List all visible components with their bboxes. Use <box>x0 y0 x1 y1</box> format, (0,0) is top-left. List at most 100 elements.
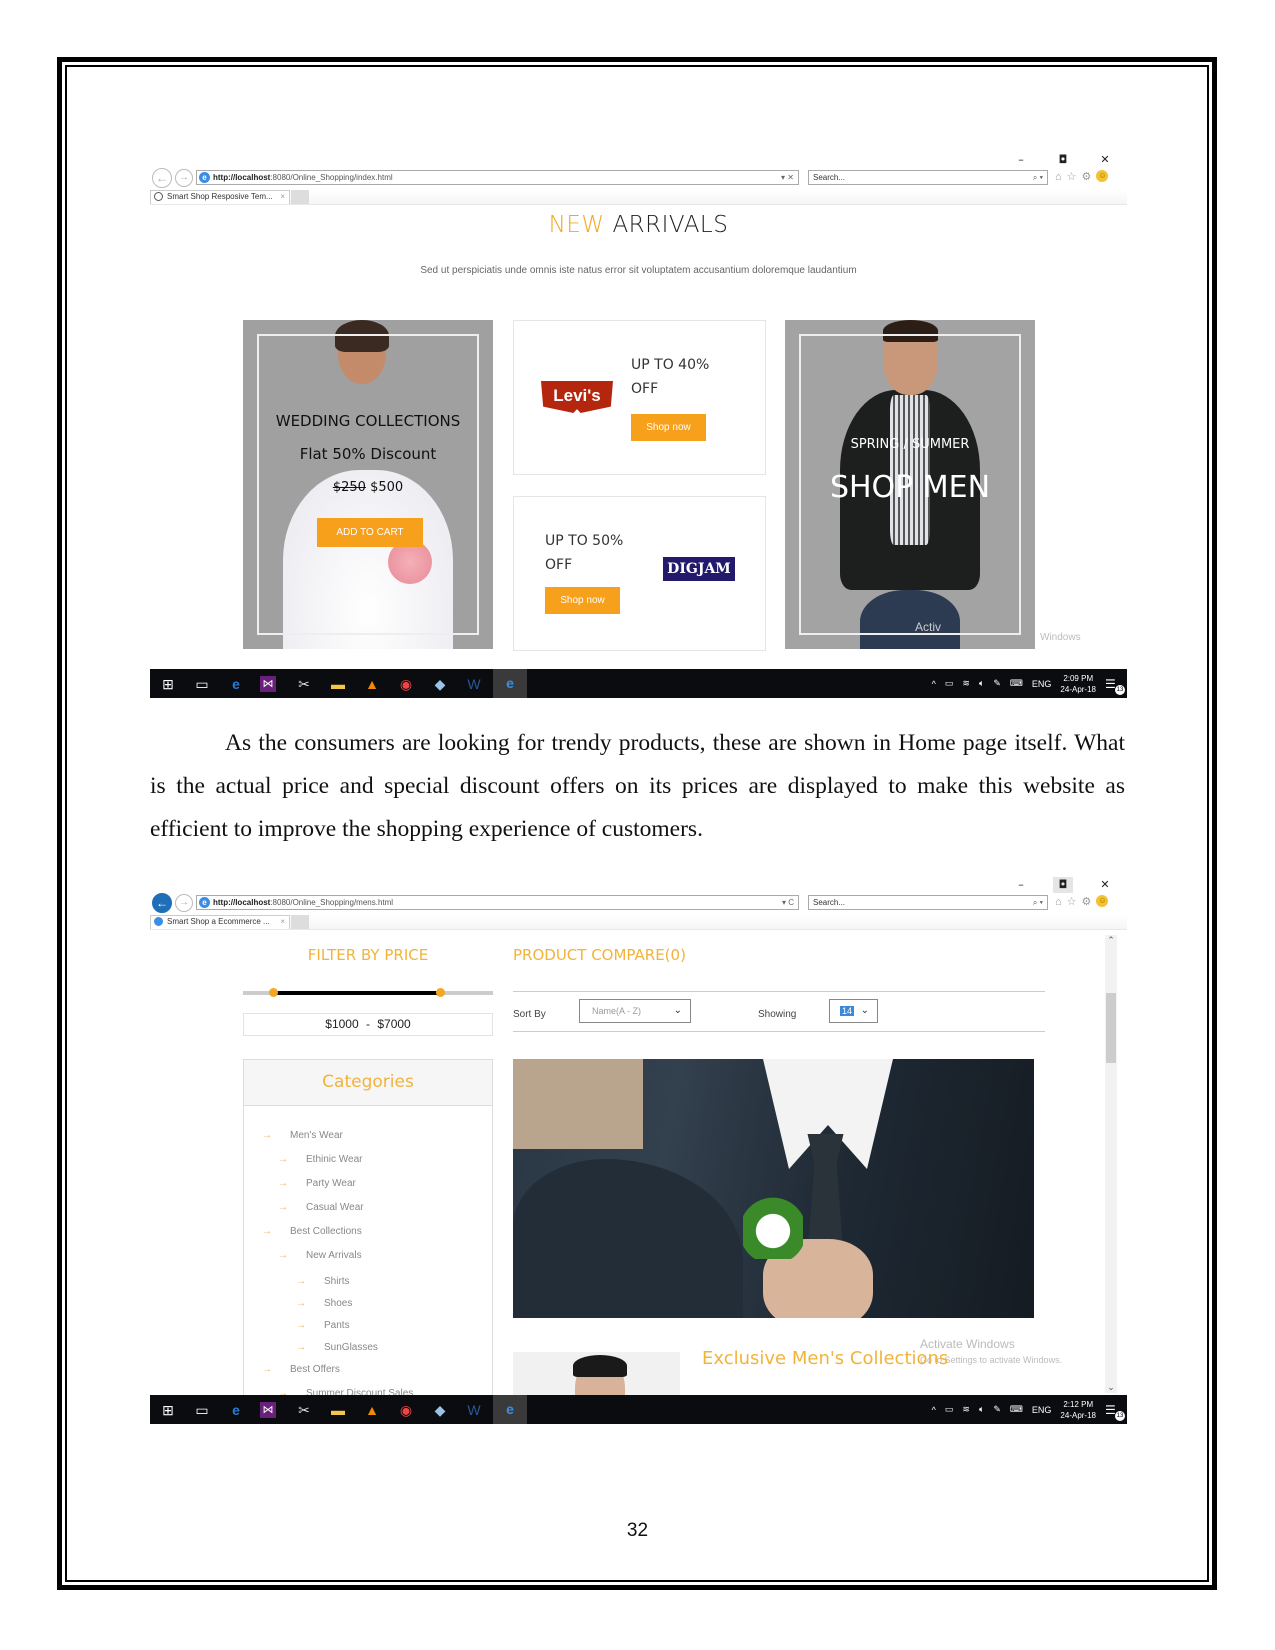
chrome-icon[interactable]: ◉ <box>396 674 416 694</box>
battery-icon[interactable]: ▭ <box>945 1404 954 1415</box>
wedding-collection-card[interactable]: WEDDING COLLECTIONS Flat 50% Discount $2… <box>243 320 493 649</box>
virtualbox-icon[interactable]: ◆ <box>430 1400 450 1420</box>
keyboard-icon[interactable]: ⌨ <box>1010 1404 1023 1415</box>
new-tab-button[interactable] <box>291 915 309 929</box>
gear-icon[interactable]: ⚙ <box>1082 895 1092 909</box>
new-tab-button[interactable] <box>291 190 309 204</box>
browser-tab[interactable]: Smart Shop a Ecommerce ... × <box>150 915 290 929</box>
back-button[interactable]: ← <box>152 168 172 188</box>
address-bar[interactable]: e http://localhost:8080/Online_Shopping/… <box>196 170 799 185</box>
vertical-scrollbar[interactable]: ⌃ ⌄ <box>1105 935 1117 1393</box>
add-to-cart-button[interactable]: ADD TO CART <box>317 518 423 547</box>
internet-explorer-icon[interactable]: e <box>493 669 527 698</box>
gear-icon[interactable]: ⚙ <box>1082 170 1092 184</box>
minimize-button[interactable]: – <box>1011 152 1031 168</box>
favorites-star-icon[interactable]: ☆ <box>1067 895 1077 909</box>
forward-button[interactable]: → <box>175 894 193 912</box>
category-item[interactable]: → SunGlasses <box>296 1342 378 1353</box>
keyboard-icon[interactable]: ⌨ <box>1010 678 1023 689</box>
volume-icon[interactable]: 🔈︎ <box>979 1404 984 1415</box>
shop-men-card[interactable]: SPRING / SUMMER SHOP MEN Activ <box>785 320 1035 649</box>
product-banner-image[interactable] <box>513 1059 1034 1318</box>
windows-start-icon[interactable]: ⊞ <box>158 674 178 694</box>
task-view-icon[interactable]: ▭ <box>192 674 212 694</box>
address-dropdown-stop[interactable]: ▾ ✕ <box>781 171 794 184</box>
favorites-star-icon[interactable]: ☆ <box>1067 170 1077 184</box>
restore-button[interactable]: ◘ <box>1053 152 1073 168</box>
tab-close-icon[interactable]: × <box>280 191 285 203</box>
levis-shop-now-button[interactable]: Shop now <box>631 414 706 441</box>
chrome-icon[interactable]: ◉ <box>396 1400 416 1420</box>
digjam-shop-now-button[interactable]: Shop now <box>545 587 620 614</box>
tray-expand-icon[interactable]: ^ <box>932 1405 936 1415</box>
home-icon[interactable]: ⌂ <box>1055 895 1062 909</box>
battery-icon[interactable]: ▭ <box>945 678 954 689</box>
category-item[interactable]: → Best Offers <box>262 1364 340 1375</box>
digjam-promo-card[interactable]: UP TO 50% OFF DIGJAM Shop now <box>513 496 766 651</box>
file-explorer-icon[interactable]: ▬ <box>328 674 348 694</box>
file-explorer-icon[interactable]: ▬ <box>328 1400 348 1420</box>
feedback-smiley-icon[interactable]: ☺ <box>1096 170 1109 182</box>
search-input[interactable]: Search... ⌕ ▾ <box>808 170 1048 185</box>
category-item[interactable]: → New Arrivals <box>278 1250 362 1261</box>
visual-studio-icon[interactable]: ⋈ <box>260 676 276 692</box>
action-center-button[interactable]: ☰ 13 <box>1105 676 1125 695</box>
price-range-slider[interactable] <box>243 988 493 997</box>
search-input[interactable]: Search... ⌕ ▾ <box>808 895 1048 910</box>
scroll-up-icon[interactable]: ⌃ <box>1105 935 1117 946</box>
task-view-icon[interactable]: ▭ <box>192 1400 212 1420</box>
clock[interactable]: 2:09 PM 24-Apr-18 <box>1060 673 1096 695</box>
scroll-down-icon[interactable]: ⌄ <box>1105 1382 1117 1393</box>
address-bar[interactable]: e http://localhost:8080/Online_Shopping/… <box>196 895 799 910</box>
wifi-icon[interactable]: ≋ <box>962 678 970 689</box>
category-item[interactable]: → Pants <box>296 1320 350 1331</box>
category-item[interactable]: → Ethinic Wear <box>278 1154 363 1165</box>
word-icon[interactable]: W <box>464 1400 484 1420</box>
tools-icon[interactable]: ✂ <box>294 674 314 694</box>
windows-start-icon[interactable]: ⊞ <box>158 1400 178 1420</box>
tools-icon[interactable]: ✂ <box>294 1400 314 1420</box>
edge-icon[interactable]: e <box>226 674 246 694</box>
home-icon[interactable]: ⌂ <box>1055 170 1062 184</box>
tray-expand-icon[interactable]: ^ <box>932 679 936 689</box>
levis-promo-card[interactable]: Levi's UP TO 40% OFF Shop now <box>513 320 766 475</box>
category-item[interactable]: → Best Collections <box>262 1226 362 1237</box>
product-compare-title[interactable]: PRODUCT COMPARE(0) <box>513 946 686 964</box>
visual-studio-icon[interactable]: ⋈ <box>260 1402 276 1418</box>
forward-button[interactable]: → <box>175 169 193 187</box>
scrollbar-thumb[interactable] <box>1106 993 1116 1063</box>
category-item[interactable]: → Shoes <box>296 1298 352 1309</box>
pen-icon[interactable]: ✎ <box>993 678 1001 689</box>
slider-min-handle[interactable] <box>269 988 278 997</box>
word-icon[interactable]: W <box>464 674 484 694</box>
minimize-button[interactable]: – <box>1011 877 1031 893</box>
back-button[interactable]: ← <box>152 893 172 913</box>
language-indicator[interactable]: ENG <box>1032 1405 1052 1415</box>
tab-close-icon[interactable]: × <box>280 916 285 928</box>
wifi-icon[interactable]: ≋ <box>962 1404 970 1415</box>
volume-icon[interactable]: 🔈︎ <box>979 678 984 689</box>
browser-tab[interactable]: Smart Shop Resposive Tem... × <box>150 190 290 204</box>
category-item[interactable]: → Men's Wear <box>262 1130 343 1141</box>
showing-select[interactable]: 14 ⌄ <box>829 999 878 1023</box>
feedback-smiley-icon[interactable]: ☺ <box>1096 895 1109 907</box>
vlc-icon[interactable]: ▲ <box>362 674 382 694</box>
category-item[interactable]: → Casual Wear <box>278 1202 364 1213</box>
close-button[interactable]: ✕ <box>1095 152 1115 168</box>
vlc-icon[interactable]: ▲ <box>362 1400 382 1420</box>
language-indicator[interactable]: ENG <box>1032 679 1052 689</box>
address-dropdown-refresh[interactable]: ▾ C <box>782 896 794 909</box>
restore-button[interactable]: ◘ <box>1053 877 1073 893</box>
clock[interactable]: 2:12 PM 24-Apr-18 <box>1060 1399 1096 1421</box>
category-item[interactable]: → Shirts <box>296 1276 350 1287</box>
pen-icon[interactable]: ✎ <box>993 1404 1001 1415</box>
virtualbox-icon[interactable]: ◆ <box>430 674 450 694</box>
sort-by-select[interactable]: Name(A - Z) ⌄ <box>579 999 691 1023</box>
close-button[interactable]: ✕ <box>1095 877 1115 893</box>
action-center-button[interactable]: ☰ 13 <box>1105 1402 1125 1421</box>
category-item[interactable]: → Party Wear <box>278 1178 356 1189</box>
internet-explorer-icon[interactable]: e <box>493 1395 527 1424</box>
search-icon[interactable]: ⌕ ▾ <box>1033 171 1043 184</box>
slider-max-handle[interactable] <box>436 988 445 997</box>
edge-icon[interactable]: e <box>226 1400 246 1420</box>
